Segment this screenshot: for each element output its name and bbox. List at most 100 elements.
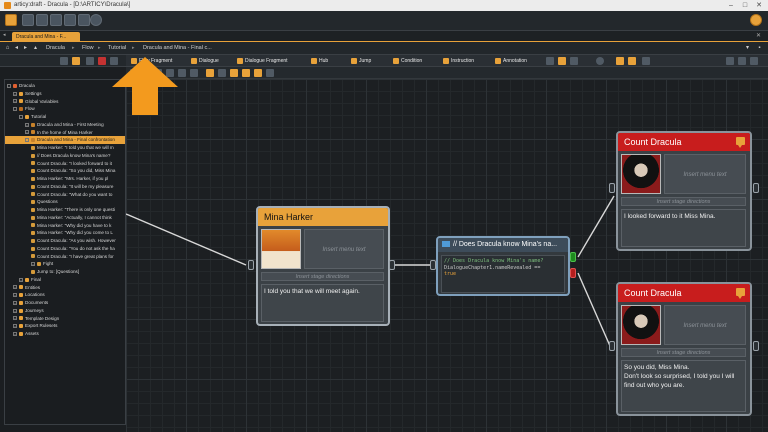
tree-item[interactable]: + Global Variables bbox=[5, 98, 125, 106]
tree-item[interactable]: + Template Design bbox=[5, 315, 125, 323]
layout-icon[interactable] bbox=[616, 57, 624, 65]
expand-toggle-icon[interactable]: + bbox=[13, 285, 17, 290]
tree-item[interactable]: Count Dracula: "It will be my pleasure bbox=[5, 183, 125, 191]
condition-code[interactable]: // Does Dracula know Mina's name? Dialog… bbox=[441, 255, 565, 293]
tree-item[interactable]: Count Dracula: "As you wish. However bbox=[5, 237, 125, 245]
input-pin[interactable] bbox=[430, 260, 436, 270]
tab-scroll-icon[interactable]: ◂ bbox=[3, 32, 6, 38]
toolbox-annotation[interactable]: Annotation bbox=[494, 56, 527, 66]
distribute-icon[interactable] bbox=[218, 69, 226, 77]
tree-item[interactable]: Mina Harker: "I told you that we will m bbox=[5, 144, 125, 152]
tree-item[interactable]: + Assets bbox=[5, 330, 125, 338]
breadcrumb-item[interactable]: Dracula and Mina - Final c... bbox=[143, 42, 212, 55]
tree-item[interactable]: + Dracula and Mina - First Meeting bbox=[5, 121, 125, 129]
expand-toggle-icon[interactable]: + bbox=[25, 122, 29, 127]
tree-item[interactable]: Count Dracula: "So you did, Miss Mina bbox=[5, 167, 125, 175]
list-view-icon[interactable] bbox=[726, 57, 734, 65]
home-icon[interactable]: ⌂ bbox=[4, 45, 11, 52]
grid-icon[interactable] bbox=[546, 57, 554, 65]
back-icon[interactable]: ◂ bbox=[13, 45, 20, 52]
speaker-header[interactable]: Count Dracula bbox=[618, 133, 750, 151]
input-pin[interactable] bbox=[609, 341, 615, 351]
grid-view-icon[interactable] bbox=[750, 57, 758, 65]
output-pin[interactable] bbox=[389, 260, 395, 270]
tree-item[interactable]: Mina Harker: "Why did you have to k bbox=[5, 222, 125, 230]
speaker-header[interactable]: Mina Harker bbox=[258, 208, 388, 226]
align-center-icon[interactable] bbox=[230, 69, 238, 77]
tile-view-icon[interactable] bbox=[738, 57, 746, 65]
tree-item[interactable]: Count Dracula: "What do you want to bbox=[5, 191, 125, 199]
dialogue-fragment-dracula-2[interactable]: Count Dracula Insert menu text Insert st… bbox=[616, 282, 752, 416]
snap-icon[interactable] bbox=[558, 57, 566, 65]
input-pin[interactable] bbox=[609, 183, 615, 193]
tree-item[interactable]: + Entities bbox=[5, 284, 125, 292]
expand-toggle-icon[interactable]: + bbox=[25, 130, 29, 135]
align-icon[interactable] bbox=[628, 57, 636, 65]
expand-toggle-icon[interactable]: - bbox=[25, 138, 29, 143]
tree-item[interactable]: + Export Rulesets bbox=[5, 322, 125, 330]
tree-item[interactable]: + Journeys bbox=[5, 307, 125, 315]
dialogue-text[interactable]: So you did, Miss Mina. Don't look so sur… bbox=[621, 360, 746, 412]
text-format-icon[interactable] bbox=[570, 57, 578, 65]
record-icon[interactable] bbox=[98, 57, 106, 65]
toolbox-instruction[interactable]: Instruction bbox=[442, 56, 474, 66]
dialogue-text[interactable]: I looked forward to it Miss Mina. bbox=[621, 209, 746, 247]
tree-item[interactable]: Jump to: [Questions] bbox=[5, 268, 125, 276]
tree-item[interactable]: Count Dracula: "I looked forward to it bbox=[5, 160, 125, 168]
expand-toggle-icon[interactable]: + bbox=[13, 308, 17, 313]
expand-toggle-icon[interactable]: + bbox=[13, 316, 17, 321]
filter-icon[interactable] bbox=[60, 57, 68, 65]
tree-item[interactable]: Mina Harker: "Actually, I cannot think bbox=[5, 214, 125, 222]
breadcrumb-item[interactable]: Tutorial bbox=[108, 42, 126, 55]
dialogue-text[interactable]: I told you that we will meet again. bbox=[261, 284, 384, 322]
stage-directions-field[interactable]: Insert stage directions bbox=[261, 272, 384, 281]
stage-directions-field[interactable]: Insert stage directions bbox=[621, 348, 746, 357]
expand-toggle-icon[interactable]: + bbox=[13, 91, 17, 96]
expand-toggle-icon[interactable]: + bbox=[13, 331, 17, 336]
breadcrumb-item[interactable]: Flow bbox=[82, 42, 94, 55]
condition-node[interactable]: // Does Dracula know Mina's na... // Doe… bbox=[436, 236, 570, 296]
breadcrumb-item[interactable]: Dracula bbox=[46, 42, 65, 55]
copy-icon[interactable] bbox=[190, 69, 198, 77]
menu-text-field[interactable]: Insert menu text bbox=[664, 305, 746, 345]
tree-item[interactable]: + Final bbox=[5, 276, 125, 284]
tree-item[interactable]: Count Dracula: "I have great plans for bbox=[5, 253, 125, 261]
toolbox-condition[interactable]: Condition bbox=[392, 56, 422, 66]
tree-item[interactable]: - Tutorial bbox=[5, 113, 125, 121]
tree-item[interactable]: - Dracula bbox=[5, 82, 125, 90]
undo-icon[interactable] bbox=[50, 14, 62, 26]
dialogue-fragment-mina[interactable]: Mina Harker Insert menu text Insert stag… bbox=[256, 206, 390, 326]
zoom-icon[interactable] bbox=[596, 57, 604, 65]
speaker-header[interactable]: Count Dracula bbox=[618, 284, 750, 302]
connection-wire[interactable] bbox=[126, 213, 247, 266]
condition-header[interactable]: // Does Dracula know Mina's na... bbox=[438, 238, 568, 252]
expand-toggle-icon[interactable]: - bbox=[13, 107, 17, 112]
save-all-icon[interactable] bbox=[36, 14, 48, 26]
pin-icon[interactable]: ▪ bbox=[756, 45, 763, 52]
redo-icon[interactable] bbox=[64, 14, 76, 26]
expand-toggle-icon[interactable]: - bbox=[7, 83, 11, 88]
forward-icon[interactable]: ▸ bbox=[22, 45, 29, 52]
dialogue-fragment-dracula-1[interactable]: Count Dracula Insert menu text Insert st… bbox=[616, 131, 752, 251]
tree-item[interactable]: - Dracula and Mina - Final confrontation bbox=[5, 136, 125, 144]
tree-item[interactable]: Mina Harker: "Mrs. Harker, if you pl bbox=[5, 175, 125, 183]
toolbox-jump[interactable]: Jump bbox=[350, 56, 371, 66]
expand-toggle-icon[interactable]: + bbox=[13, 293, 17, 298]
sync-icon[interactable] bbox=[78, 14, 90, 26]
save-icon[interactable] bbox=[22, 14, 34, 26]
toolbox-hub[interactable]: Hub bbox=[310, 56, 328, 66]
tree-item[interactable]: + In the home of Mina Harker bbox=[5, 129, 125, 137]
output-pin[interactable] bbox=[753, 183, 759, 193]
tree-item[interactable]: Mina Harker: "Why did you come to L bbox=[5, 229, 125, 237]
false-output-pin[interactable] bbox=[570, 268, 576, 278]
align-left-icon[interactable] bbox=[206, 69, 214, 77]
tree-item[interactable]: + Documents bbox=[5, 299, 125, 307]
true-output-pin[interactable] bbox=[570, 252, 576, 262]
align-top-icon[interactable] bbox=[254, 69, 262, 77]
expand-toggle-icon[interactable]: + bbox=[13, 324, 17, 329]
help-icon[interactable] bbox=[90, 14, 102, 26]
expand-toggle-icon[interactable]: + bbox=[31, 262, 35, 267]
tree-item[interactable]: + Fight bbox=[5, 260, 125, 268]
input-pin[interactable] bbox=[248, 260, 254, 270]
expand-toggle-icon[interactable]: + bbox=[13, 99, 17, 104]
